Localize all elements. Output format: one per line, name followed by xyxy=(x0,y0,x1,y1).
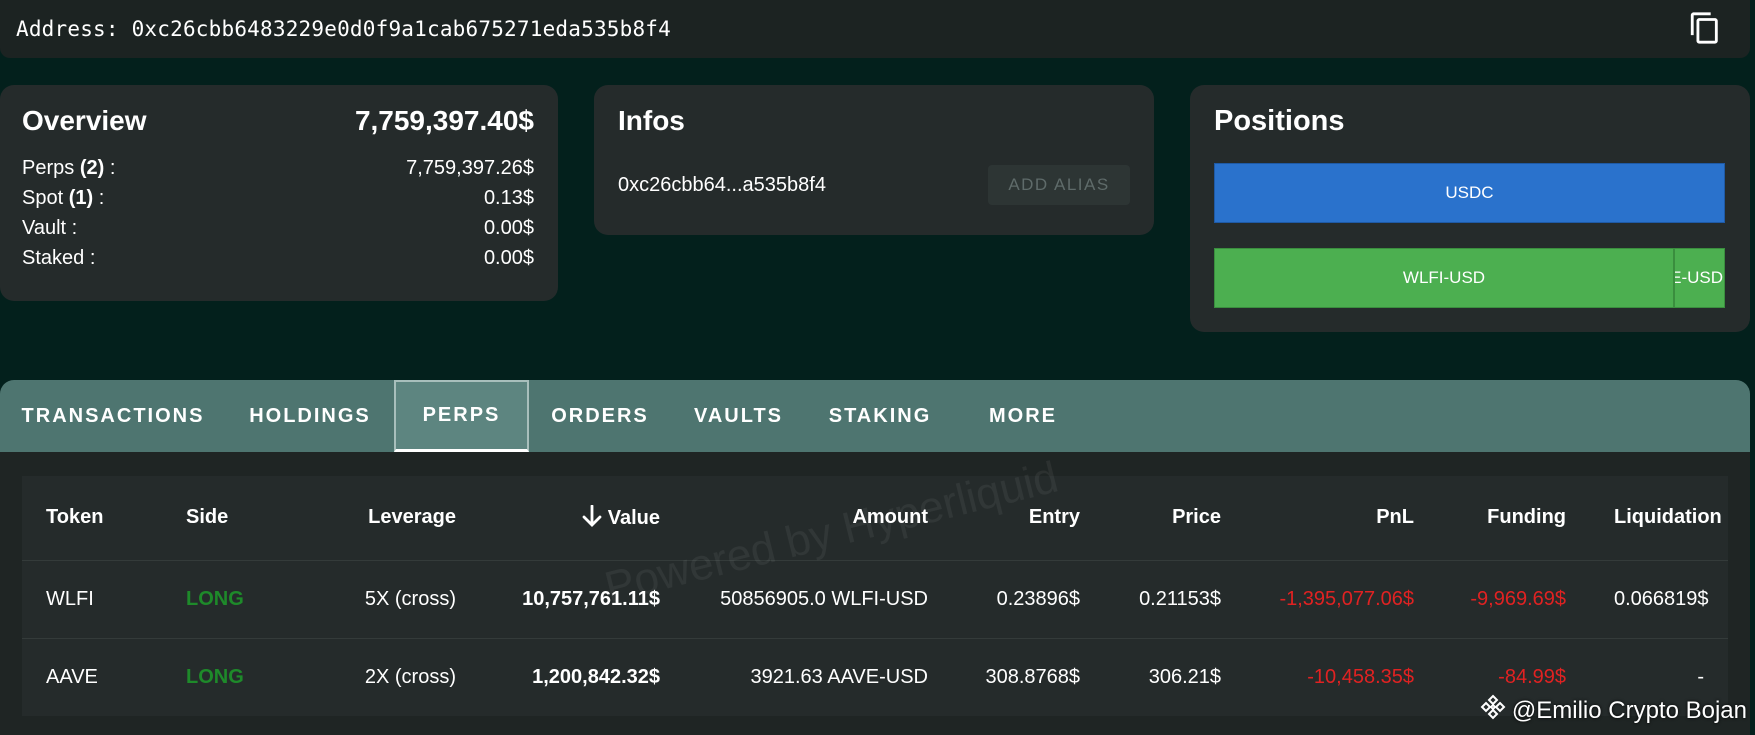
col-funding[interactable]: Funding xyxy=(1438,476,1590,561)
col-side[interactable]: Side xyxy=(162,476,282,561)
arrow-down-icon xyxy=(582,504,602,528)
positions-title: Positions xyxy=(1214,105,1345,137)
overview-value: 0.00$ xyxy=(483,217,534,239)
address-bar: Address: 0xc26cbb6483229e0d0f9a1cab67527… xyxy=(0,0,1750,58)
overview-row-spot: Spot (1) : 0.13$ xyxy=(22,183,534,213)
cell-price: 306.21$ xyxy=(1148,665,1221,688)
overview-row-vault: Vault : 0.00$ xyxy=(22,213,534,243)
cell-token: WLFI xyxy=(22,560,162,639)
wallet-address: Address: 0xc26cbb6483229e0d0f9a1cab67527… xyxy=(16,17,671,41)
tab-staking[interactable]: STAKING xyxy=(806,380,954,452)
overview-row-perps: Perps (2) : 7,759,397.26$ xyxy=(22,153,534,183)
cell-funding: -9,969.69$ xyxy=(1438,560,1590,639)
short-address: 0xc26cbb64...a535b8f4 xyxy=(618,173,826,196)
infos-title: Infos xyxy=(618,105,685,136)
overview-card: Overview 7,759,397.40$ Perps (2) : 7,759… xyxy=(0,85,558,301)
table-row[interactable]: WLFI LONG 5X (cross) 10,757,761.11$ 5085… xyxy=(22,560,1728,639)
perps-panel: Token Side Leverage Value Amount Entry P… xyxy=(0,452,1750,735)
col-token[interactable]: Token xyxy=(22,476,162,561)
cell-pnl: -10,458.35$ xyxy=(1307,665,1414,688)
cell-value: 10,757,761.11$ xyxy=(480,560,684,639)
tab-vaults[interactable]: VAULTS xyxy=(671,380,806,452)
position-bar-row: WLFI-USD AAVE-USD xyxy=(1214,248,1725,308)
cell-token: AAVE xyxy=(46,665,98,688)
cell-liquidation: 0.066819$ xyxy=(1590,560,1728,639)
add-alias-button[interactable]: ADD ALIAS xyxy=(988,165,1130,205)
overview-value: 0.13$ xyxy=(483,187,534,209)
col-amount[interactable]: Amount xyxy=(684,476,952,561)
cell-price: 0.21153$ xyxy=(1104,560,1245,639)
col-liquidation[interactable]: Liquidation xyxy=(1590,476,1728,561)
cell-leverage: 5X (cross) xyxy=(282,560,480,639)
col-entry[interactable]: Entry xyxy=(952,476,1104,561)
overview-total: 7,759,397.40$ xyxy=(354,105,534,136)
overview-title: Overview xyxy=(22,105,147,136)
infos-card: Infos 0xc26cbb64...a535b8f4 ADD ALIAS xyxy=(594,85,1154,235)
positions-card: Positions USDC WLFI-USD AAVE-USD xyxy=(1190,85,1750,332)
position-bar-wlfi[interactable]: WLFI-USD xyxy=(1214,248,1674,308)
overview-row-staked: Staked : 0.00$ xyxy=(22,243,534,273)
tab-bar: TRANSACTIONS HOLDINGS PERPS ORDERS VAULT… xyxy=(0,380,1750,452)
cell-pnl: -1,395,077.06$ xyxy=(1245,560,1438,639)
credit-label: @Emilio Crypto Bojan xyxy=(1480,694,1747,727)
tab-orders[interactable]: ORDERS xyxy=(529,380,671,452)
table-header-row: Token Side Leverage Value Amount Entry P… xyxy=(22,476,1728,561)
perps-table: Token Side Leverage Value Amount Entry P… xyxy=(22,476,1728,716)
tab-transactions[interactable]: TRANSACTIONS xyxy=(0,380,226,452)
tab-holdings[interactable]: HOLDINGS xyxy=(226,380,394,452)
copy-icon[interactable] xyxy=(1688,10,1722,46)
tab-perps[interactable]: PERPS xyxy=(394,380,529,452)
cell-side: LONG xyxy=(186,665,244,688)
table-row[interactable]: AAVE LONG 2X (cross) 1,200,842.32$ 3921.… xyxy=(22,638,1728,716)
col-leverage[interactable]: Leverage xyxy=(282,476,480,561)
cell-value: 1,200,842.32$ xyxy=(532,665,660,688)
cell-entry: 0.23896$ xyxy=(952,560,1104,639)
overview-value: 0.00$ xyxy=(483,247,534,269)
col-pnl[interactable]: PnL xyxy=(1245,476,1438,561)
tab-more[interactable]: MORE xyxy=(954,380,1092,452)
col-price[interactable]: Price xyxy=(1104,476,1245,561)
position-bar-aave[interactable]: AAVE-USD xyxy=(1674,248,1725,308)
cell-side: LONG xyxy=(162,560,282,639)
cell-entry: 308.8768$ xyxy=(985,665,1080,688)
col-value[interactable]: Value xyxy=(480,476,684,561)
position-bar-usdc[interactable]: USDC xyxy=(1214,163,1725,223)
cell-leverage: 2X (cross) xyxy=(364,665,456,688)
cell-amount: 50856905.0 WLFI-USD xyxy=(684,560,952,639)
cell-amount: 3921.63 AAVE-USD xyxy=(750,665,928,688)
binance-logo-icon xyxy=(1480,694,1512,727)
overview-value: 7,759,397.26$ xyxy=(406,157,534,179)
